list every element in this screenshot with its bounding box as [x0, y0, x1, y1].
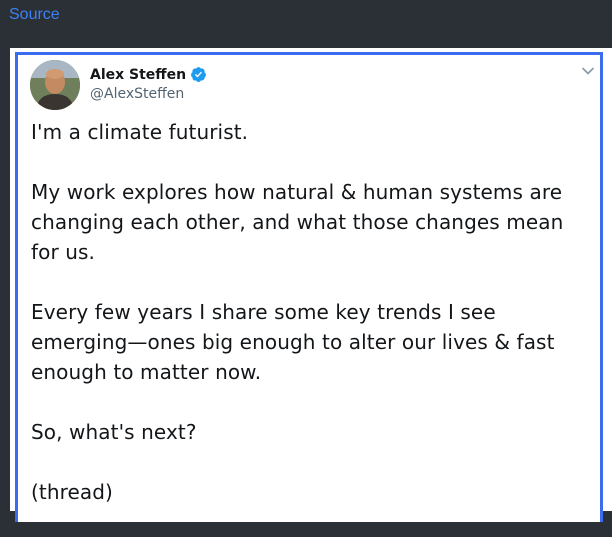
- top-bar: Source: [0, 0, 612, 48]
- tweet-paragraph: (thread): [31, 480, 113, 504]
- author-name-text: Alex Steffen: [90, 66, 187, 83]
- tweet-paragraph: I'm a climate futurist.: [31, 120, 249, 144]
- tweet-paragraph: My work explores how natural & human sys…: [31, 180, 564, 264]
- tweet-paragraph: So, what's next?: [31, 420, 197, 444]
- tweet-paragraph: Every few years I share some key trends …: [31, 300, 555, 384]
- embedded-tweet-container: Alex Steffen @AlexSteffen I'm a climate …: [10, 48, 612, 522]
- chevron-down-icon[interactable]: [580, 63, 596, 79]
- verified-badge-icon: [191, 67, 207, 82]
- tweet-text: I'm a climate futurist. My work explores…: [31, 117, 591, 537]
- author-name[interactable]: Alex Steffen: [90, 66, 207, 83]
- avatar-image: [30, 60, 80, 110]
- tweet-card: Alex Steffen @AlexSteffen I'm a climate …: [15, 52, 603, 522]
- author-handle[interactable]: @AlexSteffen: [90, 86, 184, 102]
- source-link[interactable]: Source: [9, 6, 60, 24]
- avatar[interactable]: [30, 60, 80, 110]
